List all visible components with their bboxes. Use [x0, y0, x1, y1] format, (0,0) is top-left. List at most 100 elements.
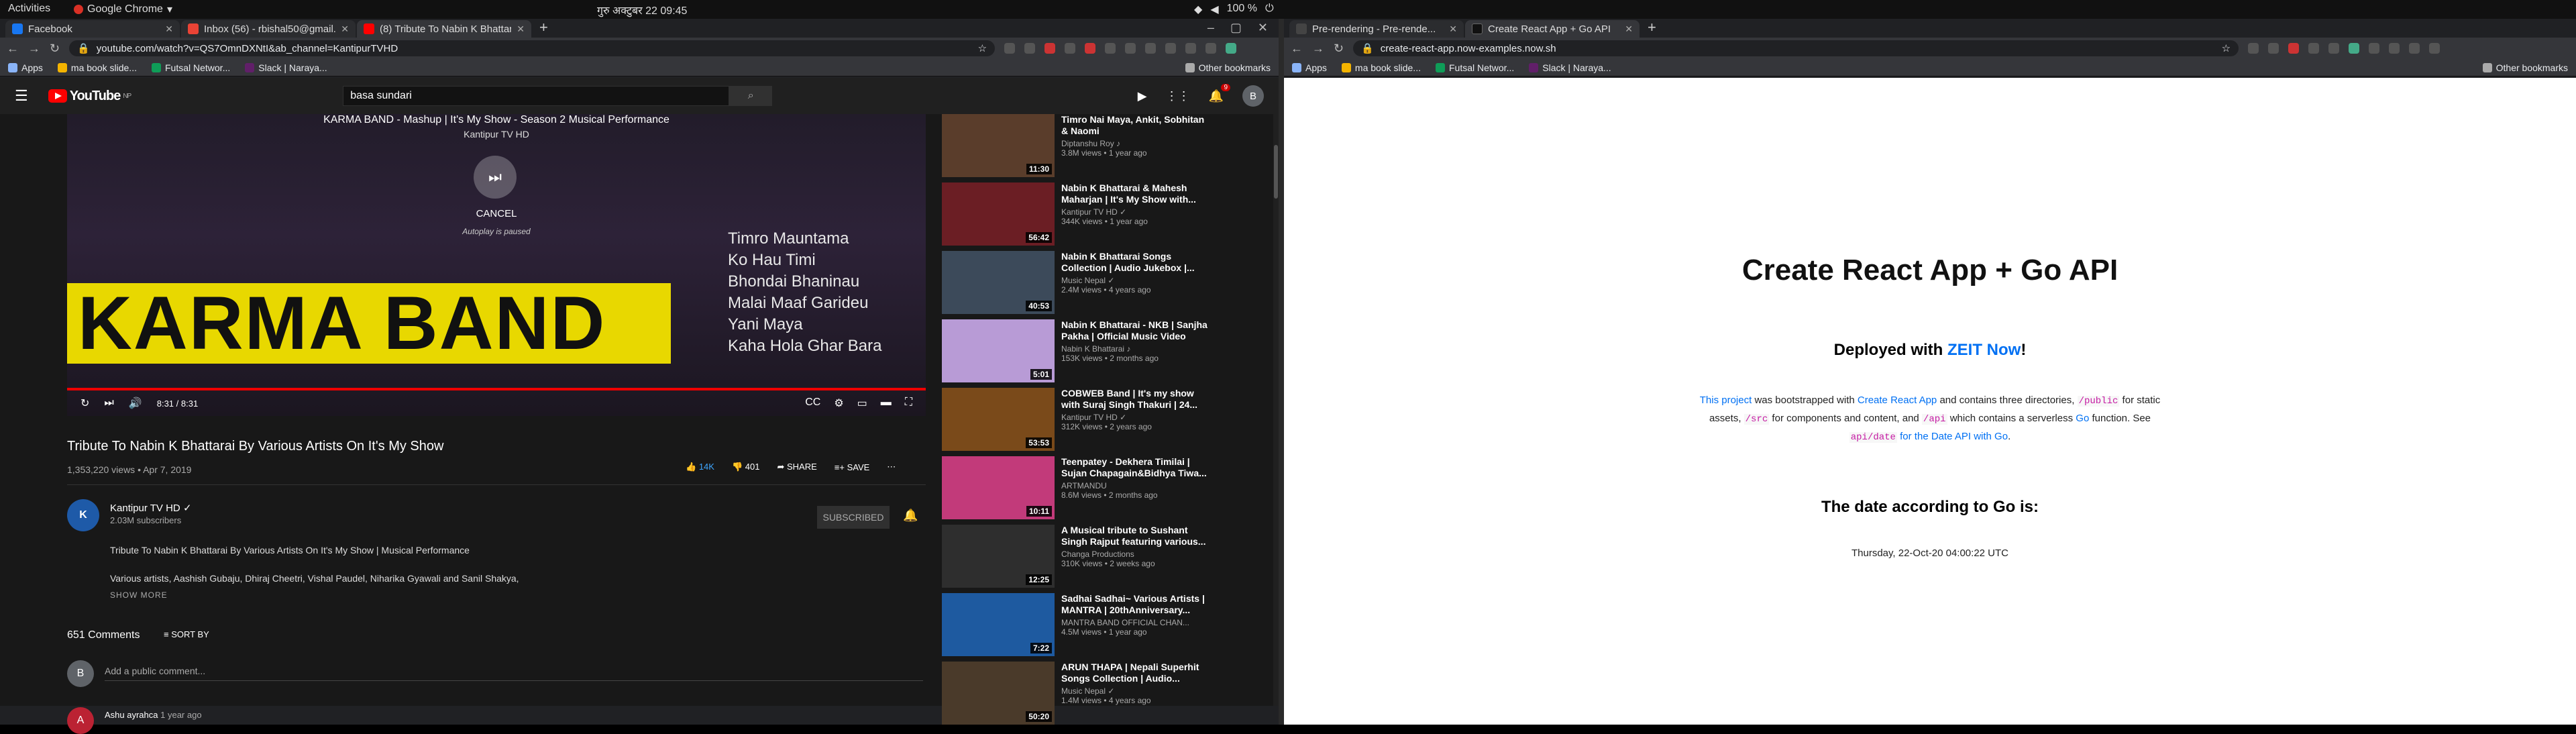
play-next-button[interactable]: ⏭: [474, 156, 517, 199]
extension-icon[interactable]: [1185, 43, 1197, 54]
theater-icon[interactable]: ▬: [881, 397, 892, 410]
star-icon[interactable]: ☆: [2222, 42, 2231, 54]
video-thumbnail[interactable]: 11:30: [942, 114, 1055, 177]
menu-icon[interactable]: ☰: [15, 87, 28, 105]
close-icon[interactable]: ✕: [517, 23, 525, 35]
miniplayer-icon[interactable]: ▭: [857, 397, 867, 410]
dislike-button[interactable]: 👎 401: [732, 462, 760, 472]
video-thumbnail[interactable]: 7:22: [942, 593, 1055, 656]
video-channel[interactable]: Kantipur TV HD ✓: [1061, 413, 1210, 422]
tab-create-react-app[interactable]: Create React App + Go API ✕: [1465, 20, 1640, 38]
scrollbar[interactable]: [1273, 78, 1279, 706]
video-title[interactable]: Nabin K Bhattarai - NKB | Sanjha Pakha |…: [1061, 319, 1210, 342]
recommended-video[interactable]: 12:25 A Musical tribute to Sushant Singh …: [942, 525, 1210, 593]
extension-icon[interactable]: [1065, 43, 1076, 54]
channel-avatar[interactable]: K: [67, 499, 99, 531]
extension-icon[interactable]: [2409, 43, 2420, 54]
close-icon[interactable]: ✕: [165, 23, 173, 35]
commenter-avatar[interactable]: A: [67, 707, 94, 734]
channel-name[interactable]: Kantipur TV HD ✓: [110, 502, 192, 514]
app-menu[interactable]: Google Chrome ▾: [74, 3, 172, 16]
extension-icon[interactable]: [1205, 43, 1217, 54]
youtube-logo[interactable]: YouTube NP: [48, 89, 131, 104]
system-tray[interactable]: ◆ ◀ 100 % ⏻: [1194, 3, 1274, 16]
recommended-video[interactable]: 56:42 Nabin K Bhattarai & Mahesh Maharjan…: [942, 182, 1210, 251]
recommended-video[interactable]: 7:22 Sadhai Sadhai~ Various Artists | MAN…: [942, 593, 1210, 662]
video-thumbnail[interactable]: 56:42: [942, 182, 1055, 246]
video-channel[interactable]: ARTMANDU: [1061, 481, 1210, 490]
extension-icon[interactable]: [1044, 43, 1056, 54]
more-actions-icon[interactable]: ⋯: [887, 462, 896, 472]
close-icon[interactable]: ✕: [1449, 23, 1457, 35]
recommended-video[interactable]: 50:20 ARUN THAPA | Nepali Superhit Songs …: [942, 662, 1210, 730]
new-tab-button[interactable]: +: [533, 19, 555, 38]
extension-icon[interactable]: [1125, 43, 1136, 54]
tab-youtube[interactable]: (8) Tribute To Nabin K Bhattarai ✕: [357, 20, 531, 38]
video-thumbnail[interactable]: 10:11: [942, 456, 1055, 519]
extension-icon[interactable]: [2429, 43, 2440, 54]
video-title[interactable]: Teenpatey - Dekhera Timilai | Sujan Chap…: [1061, 456, 1210, 479]
comment-author[interactable]: Ashu ayrahca 1 year ago: [105, 710, 202, 720]
extension-icon[interactable]: [1165, 43, 1177, 54]
reload-icon[interactable]: ↻: [1334, 42, 1344, 56]
share-button[interactable]: ➦ SHARE: [777, 462, 816, 472]
video-channel[interactable]: Kantipur TV HD ✓: [1061, 207, 1210, 217]
extension-icon[interactable]: [2288, 43, 2300, 54]
video-title[interactable]: COBWEB Band | It's my show with Suraj Si…: [1061, 388, 1210, 411]
recommended-video[interactable]: 10:11 Teenpatey - Dekhera Timilai | Sujan…: [942, 456, 1210, 525]
zeit-now-link[interactable]: ZEIT Now: [1947, 341, 2021, 359]
back-icon[interactable]: ←: [7, 42, 19, 56]
bookmark-item[interactable]: Slack | Naraya...: [245, 62, 327, 73]
create-video-icon[interactable]: ▶: [1138, 89, 1147, 103]
video-channel[interactable]: Music Nepal ✓: [1061, 686, 1210, 696]
other-bookmarks[interactable]: Other bookmarks: [1185, 62, 1271, 73]
replay-icon[interactable]: ↻: [80, 397, 89, 410]
video-channel[interactable]: Changa Productions: [1061, 549, 1210, 559]
bookmark-apps[interactable]: Apps: [8, 62, 43, 73]
like-button[interactable]: 👍 14K: [686, 462, 714, 472]
extension-icon[interactable]: [2369, 43, 2380, 54]
settings-icon[interactable]: ⚙: [834, 397, 843, 410]
search-input[interactable]: basa sundari: [343, 86, 730, 106]
video-title[interactable]: ARUN THAPA | Nepali Superhit Songs Colle…: [1061, 662, 1210, 684]
notifications-button[interactable]: 🔔 9: [1209, 83, 1230, 103]
forward-icon[interactable]: →: [28, 42, 40, 56]
extension-icon[interactable]: [1226, 43, 1237, 54]
extension-icon[interactable]: [2349, 43, 2360, 54]
tab-facebook[interactable]: Facebook ✕: [5, 20, 180, 38]
close-window-icon[interactable]: ✕: [1258, 21, 1268, 35]
next-icon[interactable]: ⏭: [104, 397, 113, 409]
video-thumbnail[interactable]: 40:53: [942, 251, 1055, 314]
subscribed-button[interactable]: SUBSCRIBED: [817, 506, 890, 529]
create-react-app-link[interactable]: Create React App: [1858, 395, 1937, 406]
recommended-video[interactable]: 40:53 Nabin K Bhattarai Songs Collection …: [942, 251, 1210, 319]
video-channel[interactable]: Nabin K Bhattarai ♪: [1061, 344, 1210, 354]
bookmark-apps[interactable]: Apps: [1292, 62, 1327, 73]
video-thumbnail[interactable]: 53:53: [942, 388, 1055, 451]
recommended-video[interactable]: 53:53 COBWEB Band | It's my show with Sur…: [942, 388, 1210, 456]
bookmark-item[interactable]: ma book slide...: [57, 62, 137, 73]
scrollbar-thumb[interactable]: [1274, 145, 1278, 199]
recommended-video[interactable]: 5:01 Nabin K Bhattarai - NKB | Sanjha Pak…: [942, 319, 1210, 388]
extension-icon[interactable]: [2389, 43, 2400, 54]
other-bookmarks[interactable]: Other bookmarks: [2482, 62, 2568, 73]
volume-icon[interactable]: 🔊: [129, 397, 142, 410]
save-button[interactable]: ≡+ SAVE: [835, 462, 870, 472]
comment-input[interactable]: Add a public comment...: [105, 666, 923, 681]
date-api-link[interactable]: for the Date API with Go: [1897, 431, 2008, 442]
close-icon[interactable]: ✕: [341, 23, 349, 35]
video-title[interactable]: Nabin K Bhattarai & Mahesh Maharjan | It…: [1061, 182, 1210, 205]
bookmark-item[interactable]: Futsal Networ...: [151, 62, 230, 73]
sort-comments-button[interactable]: ≡ SORT BY: [164, 629, 209, 639]
video-title[interactable]: Sadhai Sadhai~ Various Artists | MANTRA …: [1061, 593, 1210, 616]
forward-icon[interactable]: →: [1312, 42, 1324, 56]
new-tab-button[interactable]: +: [1641, 19, 1663, 38]
video-channel[interactable]: MANTRA BAND OFFICIAL CHAN...: [1061, 618, 1210, 627]
apps-grid-icon[interactable]: ⋮⋮: [1166, 89, 1190, 103]
bookmark-item[interactable]: Futsal Networ...: [1435, 62, 1514, 73]
video-title[interactable]: Timro Nai Maya, Ankit, Sobhitan & Naomi: [1061, 114, 1210, 137]
extension-icon[interactable]: [2328, 43, 2340, 54]
tab-gmail[interactable]: Inbox (56) - rbishal50@gmail.com ✕: [181, 20, 356, 38]
account-avatar[interactable]: B: [1242, 85, 1264, 107]
extension-icon[interactable]: [1145, 43, 1157, 54]
